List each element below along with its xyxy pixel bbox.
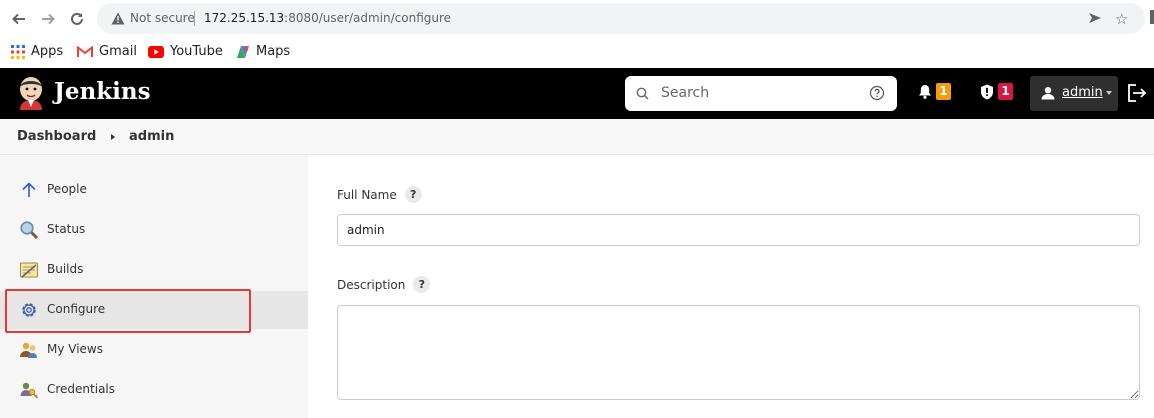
description-label: Description ? [337,276,431,293]
help-circle-icon[interactable] [869,85,885,101]
breadcrumb-admin[interactable]: admin [129,129,174,144]
arrow-up-icon [22,182,36,197]
bookmark-label: YouTube [170,44,223,59]
gear-icon [22,303,36,317]
arrow-left-icon [12,13,25,25]
jenkins-logo-icon[interactable] [16,76,46,110]
user-icon [1041,87,1055,100]
user-name-link[interactable]: admin [1062,85,1103,100]
sidebar-item-label: Builds [47,262,84,276]
security-alerts-button[interactable]: 1 [980,83,1013,100]
sidebar: People Status Builds Configure My Views … [0,155,308,418]
menu-button-edge[interactable] [1150,10,1154,24]
star-icon[interactable]: ☆ [1115,10,1128,28]
url-path: /user/admin/configure [318,11,452,25]
magnifier-icon [20,221,39,240]
sidebar-item-label: People [47,182,87,196]
full-name-label: Full Name ? [337,186,422,203]
sidebar-item-label: Configure [47,302,106,316]
back-button[interactable] [8,8,30,30]
search-input[interactable] [661,83,861,103]
bookmark-youtube[interactable]: YouTube [148,44,223,59]
divider [194,11,195,26]
sidebar-item-label: My Views [47,342,103,356]
shield-alert-icon [981,84,993,99]
send-tab-icon[interactable] [1087,10,1103,26]
url-text[interactable]: 172.25.15.13:8080/user/admin/configure [204,11,451,25]
browser-toolbar: Not secure 172.25.15.13:8080/user/admin/… [0,0,1154,38]
bell-icon [919,85,931,99]
sidebar-item-status[interactable]: Status [0,211,308,249]
forward-button[interactable] [37,8,59,30]
address-bar[interactable]: Not secure 172.25.15.13:8080/user/admin/… [97,3,1145,34]
sidebar-item-builds[interactable]: Builds [0,251,308,289]
apps-grid-icon [11,44,25,59]
reload-icon [71,12,83,25]
credentials-icon [20,382,39,399]
bookmark-maps[interactable]: Maps [236,44,290,59]
sidebar-item-label: Credentials [47,382,116,396]
bookmark-apps[interactable]: Apps [11,44,63,59]
app-title[interactable]: Jenkins [54,78,151,105]
sidebar-item-configure[interactable]: Configure [0,291,308,329]
notifications-badge: 1 [936,83,951,100]
warning-icon [111,12,125,25]
chevron-right-icon [111,134,115,140]
search-icon [636,87,649,100]
bookmark-label: Apps [31,44,64,59]
security-badge: 1 [998,83,1013,100]
chevron-down-icon[interactable] [1106,91,1112,95]
maps-icon [237,45,249,58]
notepad-icon [20,262,38,278]
sidebar-item-label: Status [47,222,86,236]
breadcrumb: Dashboard admin [0,119,1154,155]
gmail-icon [77,45,93,57]
arrow-right-icon [42,13,55,25]
full-name-input[interactable] [337,214,1140,246]
bookmark-gmail[interactable]: Gmail [77,44,137,59]
search-box [625,76,897,111]
url-host: 172.25.15.13 [204,11,285,25]
description-label-text: Description [337,277,406,292]
security-status[interactable]: Not secure [130,11,195,25]
logout-icon[interactable] [1127,84,1147,102]
jenkins-header: Jenkins 1 1 admin [0,68,1154,119]
bookmarks-bar: Apps Gmail YouTube Maps [0,38,1154,68]
url-port: :8080 [284,11,319,25]
sidebar-item-my-views[interactable]: My Views [0,331,308,369]
bookmark-label: Gmail [99,44,137,59]
breadcrumb-dashboard[interactable]: Dashboard [17,129,96,144]
youtube-icon [148,45,164,58]
sidebar-item-people[interactable]: People [0,171,308,209]
user-menu-button[interactable]: admin [1030,76,1118,111]
users-icon [20,342,37,358]
notifications-button[interactable]: 1 [918,83,951,100]
description-textarea[interactable] [337,305,1140,400]
full-name-help-button[interactable]: ? [404,186,422,203]
reload-button[interactable] [66,8,88,30]
bookmark-label: Maps [256,44,291,59]
description-help-button[interactable]: ? [413,276,431,293]
configure-form: Full Name ? Description ? [308,155,1154,418]
full-name-label-text: Full Name [337,187,397,202]
sidebar-item-credentials[interactable]: Credentials [0,371,308,409]
